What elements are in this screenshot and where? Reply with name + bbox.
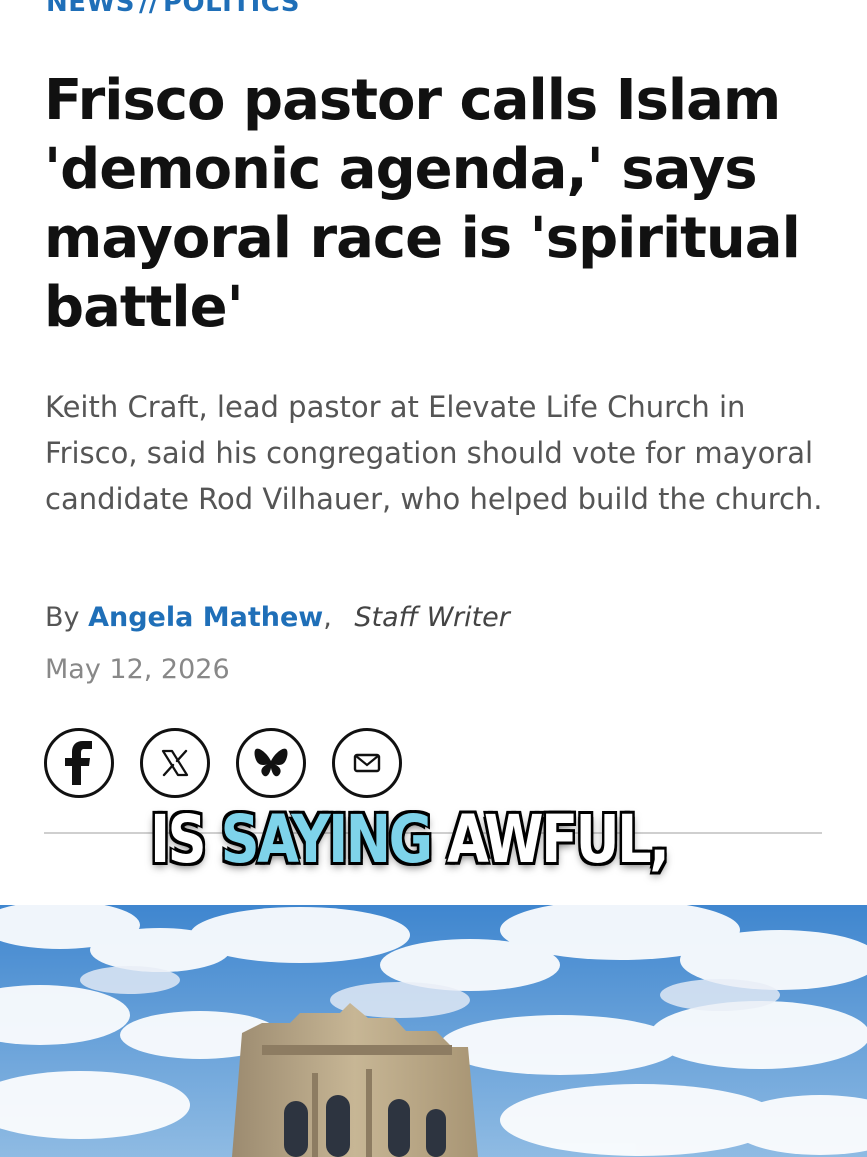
caption-word-1: IS [150,801,207,878]
share-facebook-button[interactable] [44,728,114,798]
share-bar [44,728,402,798]
video-caption: IS SAYING AWFUL, [150,800,670,880]
caption-word-3: AWFUL, [446,801,670,878]
church-photo [0,905,867,1157]
facebook-icon [65,741,92,785]
kicker-separator: // [138,0,159,18]
author-link[interactable]: Angela Mathew [88,602,323,633]
kicker-news-link[interactable]: NEWS [46,0,135,18]
publish-date: May 12, 2026 [45,654,230,685]
share-email-button[interactable] [332,728,402,798]
share-x-button[interactable] [140,728,210,798]
byline-prefix: By [45,602,80,633]
article-dek: Keith Craft, lead pastor at Elevate Life… [45,390,823,516]
section-kicker: NEWS//POLITICS [46,0,300,18]
byline: By Angela Mathew, Staff Writer [45,602,510,633]
author-role: Staff Writer [354,602,510,633]
hero-image [0,905,867,1157]
email-icon [353,753,381,773]
share-bluesky-button[interactable] [236,728,306,798]
author-separator: , [323,602,332,633]
article-headline: Frisco pastor calls Islam 'demonic agend… [44,68,801,340]
kicker-politics-link[interactable]: POLITICS [163,0,300,18]
x-icon [161,749,189,777]
article-page: NEWS//POLITICS Frisco pastor calls Islam… [0,0,867,1157]
bluesky-icon [254,748,288,777]
caption-word-highlight: SAYING [220,801,433,878]
